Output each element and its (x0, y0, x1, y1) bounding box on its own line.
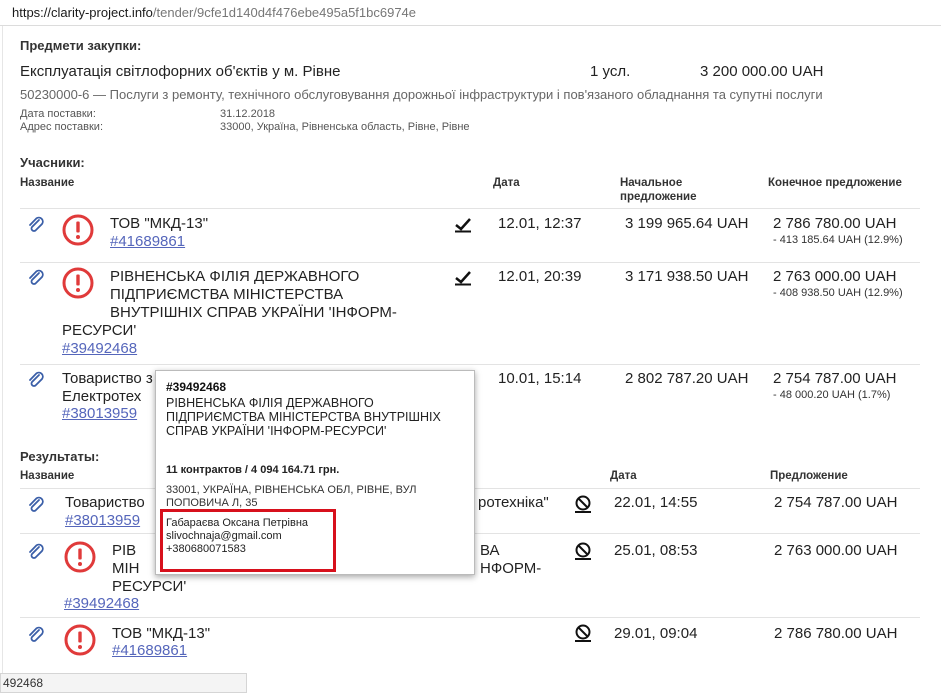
row-divider (20, 617, 920, 618)
result-name-line: ВА (480, 542, 500, 559)
tooltip-contracts: 11 контрактов / 4 094 164.71 грн. (166, 464, 340, 476)
warning-icon[interactable] (64, 624, 96, 656)
paperclip-icon[interactable] (26, 625, 46, 645)
delivery-address: 33000, Україна, Рівненська область, Рівн… (220, 121, 470, 133)
participant-diff: - 413 185.64 UAH (12.9%) (773, 234, 903, 246)
participants-title: Учасники: (20, 155, 85, 170)
participant-name-line: ТОВ "МКД-13" (110, 215, 209, 232)
page-left-border (2, 26, 3, 693)
results-title: Результаты: (20, 449, 100, 464)
warning-icon[interactable] (62, 267, 94, 299)
paperclip-icon[interactable] (26, 268, 46, 288)
row-divider (20, 262, 920, 263)
participant-final: 2 786 780.00 UAH (773, 215, 897, 232)
result-offer: 2 763 000.00 UAH (774, 542, 898, 559)
participants-col-initial-2: предложение (620, 191, 697, 203)
url-path: /tender/9cfe1d140d4f476ebe495a5f1bc6974e (152, 5, 417, 20)
participant-final: 2 754 787.00 UAH (773, 370, 897, 387)
result-id-link[interactable]: #38013959 (65, 512, 140, 529)
row-divider (20, 364, 920, 365)
participant-id-link[interactable]: #38013959 (62, 405, 137, 422)
participant-initial: 3 171 938.50 UAH (625, 268, 749, 285)
results-col-offer: Предложение (770, 470, 848, 482)
paperclip-icon[interactable] (26, 542, 46, 562)
result-id-link[interactable]: #41689861 (112, 642, 187, 659)
result-name-line: ТОВ "МКД-13" (112, 625, 211, 642)
tooltip-email: slivochnaja@gmail.com (166, 530, 282, 542)
participants-col-name: Название (20, 177, 75, 189)
participant-name-line: Товариство з (62, 370, 153, 387)
result-name-line: РЕСУРСИ' (112, 578, 187, 595)
participant-id-link[interactable]: #41689861 (110, 233, 185, 250)
participant-name-line: ПІДПРИЄМСТВА МІНІСТЕРСТВА (110, 286, 344, 303)
procurement-item-name: Експлуатація світлофорних об'єктів у м. … (20, 63, 341, 80)
warning-icon[interactable] (62, 214, 94, 246)
participant-name-line: ВНУТРІШНІХ СПРАВ УКРАЇНИ 'ІНФОРМ- (110, 304, 397, 321)
result-name-line: НФОРМ- (480, 560, 542, 577)
tooltip-phone: +380680071583 (166, 543, 246, 555)
participants-col-date: Дата (493, 177, 520, 189)
results-col-date: Дата (610, 470, 637, 482)
participants-col-final: Конечное предложение (768, 177, 902, 189)
result-id-link[interactable]: #39492468 (64, 595, 139, 612)
participant-date: 10.01, 15:14 (498, 370, 582, 387)
address-bar[interactable]: https://clarity-project.info/tender/9cfe… (0, 0, 941, 26)
participant-date: 12.01, 20:39 (498, 268, 582, 285)
disqualified-icon (575, 542, 591, 560)
participants-col-initial-1: Начальное (620, 177, 683, 189)
delivery-date: 31.12.2018 (220, 108, 276, 120)
result-name-line: МІН (112, 560, 140, 577)
participant-name-line: РЕСУРСИ' (62, 322, 137, 339)
disqualified-icon (575, 624, 591, 642)
tooltip-address: 33001, УКРАЇНА, РІВНЕНСЬКА ОБЛ, РІВНЕ, В… (166, 484, 417, 509)
browser-status-bar: 492468 (0, 673, 247, 693)
participant-diff: - 408 938.50 UAH (12.9%) (773, 287, 903, 299)
procurement-section-title: Предмети закупки: (20, 38, 142, 53)
procurement-amount: 3 200 000.00 UAH (700, 63, 824, 80)
results-col-name: Название (20, 470, 75, 482)
participant-name-line: РІВНЕНСЬКА ФІЛІЯ ДЕРЖАВНОГО (110, 268, 360, 285)
paperclip-icon[interactable] (26, 215, 46, 235)
paperclip-icon[interactable] (26, 370, 46, 390)
participant-tooltip: #39492468 РІВНЕНСЬКА ФІЛІЯ ДЕРЖАВНОГО ПІ… (155, 370, 475, 575)
result-offer: 2 786 780.00 UAH (774, 625, 898, 642)
result-date: 22.01, 14:55 (614, 494, 698, 511)
procurement-cpv: 50230000-6 — Послуги з ремонту, технічно… (20, 87, 823, 102)
participant-diff: - 48 000.20 UAH (1.7%) (773, 389, 891, 401)
result-name-line: Товариство (65, 494, 145, 511)
tooltip-contact-person: Габараєва Оксана Петрівна (166, 517, 309, 529)
result-name-line: ротехніка" (478, 494, 549, 511)
tooltip-id: #39492468 (166, 380, 227, 394)
checkmark-icon (455, 218, 471, 233)
participant-initial: 3 199 965.64 UAH (625, 215, 749, 232)
participants-header-divider (20, 208, 920, 209)
participant-name-line: Електротех (62, 388, 142, 405)
result-name-line: РІВ (112, 542, 137, 559)
result-date: 25.01, 08:53 (614, 542, 698, 559)
checkmark-icon (455, 271, 471, 286)
paperclip-icon[interactable] (26, 495, 46, 515)
procurement-quantity: 1 усл. (590, 63, 631, 80)
result-date: 29.01, 09:04 (614, 625, 698, 642)
warning-icon[interactable] (64, 541, 96, 573)
delivery-address-label: Адрес поставки: (20, 121, 104, 133)
url-host: https://clarity-project.info (12, 5, 153, 20)
participant-id-link[interactable]: #39492468 (62, 340, 137, 357)
delivery-date-label: Дата поставки: (20, 108, 96, 120)
disqualified-icon (575, 495, 591, 513)
participant-final: 2 763 000.00 UAH (773, 268, 897, 285)
participant-date: 12.01, 12:37 (498, 215, 582, 232)
participant-initial: 2 802 787.20 UAH (625, 370, 749, 387)
tooltip-name: РІВНЕНСЬКА ФІЛІЯ ДЕРЖАВНОГО ПІДПРИЄМСТВА… (166, 396, 441, 438)
result-offer: 2 754 787.00 UAH (774, 494, 898, 511)
